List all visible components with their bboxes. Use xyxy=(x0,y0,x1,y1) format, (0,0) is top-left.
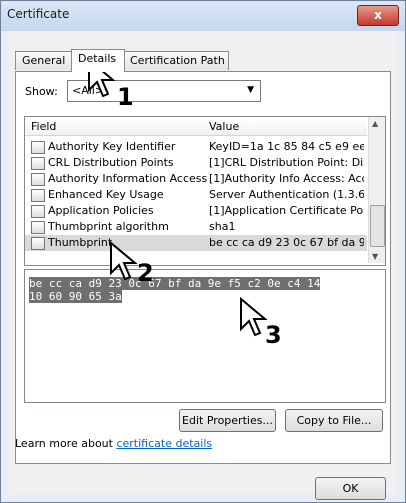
certificate-extension-icon xyxy=(31,188,45,202)
value-cell: KeyID=1a 1c 85 84 c5 e9 ee 0... xyxy=(209,140,364,153)
scroll-down-icon[interactable]: ▼ xyxy=(372,252,378,261)
fields-list[interactable]: Field Value Authority Key Identifier Key… xyxy=(24,116,386,266)
vertical-scrollbar[interactable]: ▲ ▼ xyxy=(368,117,385,263)
column-header-value[interactable]: Value xyxy=(209,120,239,133)
annotation-3: 3 xyxy=(265,321,282,349)
certificate-extension-icon xyxy=(31,172,45,186)
value-cell: [1]Application Certificate Polic... xyxy=(209,204,364,217)
value-cell: sha1 xyxy=(209,220,236,233)
annotation-2: 2 xyxy=(137,259,154,287)
field-cell: CRL Distribution Points xyxy=(31,156,219,170)
field-cell: Authority Information Access xyxy=(31,172,219,186)
certificate-extension-icon xyxy=(31,204,45,218)
field-cell: Application Policies xyxy=(31,204,219,218)
copy-to-file-button[interactable]: Copy to File... xyxy=(285,409,383,432)
chevron-down-icon: ▼ xyxy=(247,85,254,95)
edit-properties-button[interactable]: Edit Properties... xyxy=(179,409,276,432)
tab-certification-path[interactable]: Certification Path xyxy=(123,51,229,70)
field-cell: Thumbprint algorithm xyxy=(31,220,219,234)
list-item[interactable]: Thumbprint algorithm sha1 xyxy=(25,219,367,235)
field-cell: Enhanced Key Usage xyxy=(31,188,219,202)
scroll-up-icon[interactable]: ▲ xyxy=(372,119,378,128)
value-cell: be cc ca d9 23 0c 67 bf da 9e ... xyxy=(209,236,364,249)
annotation-1: 1 xyxy=(117,83,134,111)
value-cell: Server Authentication (1.3.6.... xyxy=(209,188,364,201)
window-title: Certificate xyxy=(7,7,70,21)
certificate-extension-icon xyxy=(31,156,45,170)
ok-button[interactable]: OK xyxy=(315,477,386,500)
scrollbar-thumb[interactable] xyxy=(370,205,385,247)
list-item[interactable]: Application Policies [1]Application Cert… xyxy=(25,203,367,219)
title-bar: Certificate x xyxy=(1,1,405,31)
tab-details[interactable]: Details xyxy=(71,49,125,72)
mouse-pointer-icon xyxy=(110,241,137,281)
certificate-dialog: Certificate x General Details Certificat… xyxy=(0,0,406,503)
detail-line-2: 10 60 90 65 3a xyxy=(29,290,122,303)
list-item[interactable]: Authority Information Access [1]Authorit… xyxy=(25,171,367,187)
tab-general[interactable]: General xyxy=(15,51,73,70)
close-button[interactable]: x xyxy=(357,5,399,26)
show-label: Show: xyxy=(25,85,58,98)
value-cell: [1]Authority Info Access: Acc... xyxy=(209,172,364,185)
list-item[interactable]: Enhanced Key Usage Server Authentication… xyxy=(25,187,367,203)
mouse-pointer-icon xyxy=(240,297,267,337)
certificate-extension-icon xyxy=(31,140,45,154)
list-item[interactable]: CRL Distribution Points [1]CRL Distribut… xyxy=(25,155,367,171)
list-item-selected[interactable]: Thumbprint be cc ca d9 23 0c 67 bf da 9e… xyxy=(25,235,367,251)
document-icon xyxy=(31,220,45,234)
list-header: Field Value xyxy=(25,117,367,136)
value-detail-box[interactable]: be cc ca d9 23 0c 67 bf da 9e f5 c2 0e c… xyxy=(24,269,386,403)
learn-more-text: Learn more about certificate details xyxy=(15,437,213,450)
detail-line-1: be cc ca d9 23 0c 67 bf da 9e f5 c2 0e c… xyxy=(29,277,321,290)
field-cell: Authority Key Identifier xyxy=(31,140,219,154)
certificate-details-link[interactable]: certificate details xyxy=(116,437,212,450)
list-item[interactable]: Authority Key Identifier KeyID=1a 1c 85 … xyxy=(25,139,367,155)
document-icon xyxy=(31,236,45,250)
column-header-field[interactable]: Field xyxy=(31,120,56,133)
value-cell: [1]CRL Distribution Point: Distr... xyxy=(209,156,364,169)
